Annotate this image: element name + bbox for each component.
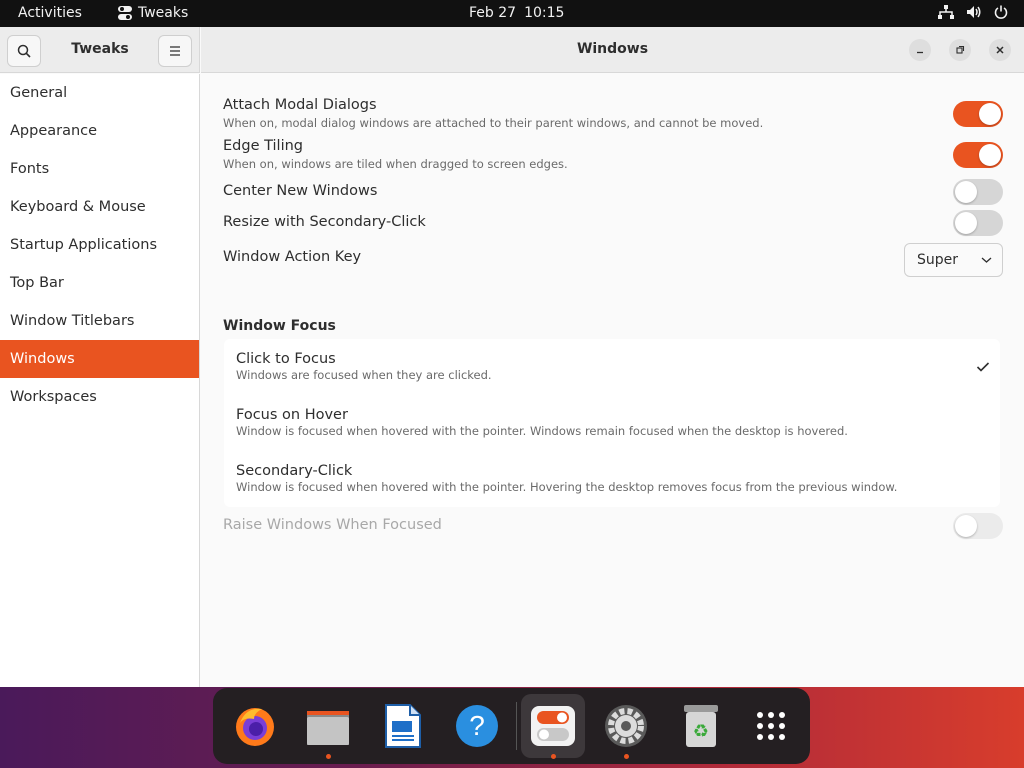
help-icon: ? [456,705,498,747]
edge-tiling-label: Edge Tiling [223,138,303,154]
running-indicator [326,754,331,759]
focus-option-click[interactable]: Click to Focus Windows are focused when … [236,351,976,382]
edge-tiling-desc: When on, windows are tiled when dragged … [223,157,568,171]
dock-libreoffice-writer[interactable] [371,694,435,758]
files-icon [307,711,349,745]
settings-icon [605,705,647,747]
raise-windows-label: Raise Windows When Focused [223,517,442,533]
sidebar-item-keyboard-mouse[interactable]: Keyboard & Mouse [0,188,199,226]
sidebar-item-fonts[interactable]: Fonts [0,150,199,188]
main-header: Windows [201,27,1024,73]
focus-option-label: Secondary-Click [236,463,353,479]
trash-icon: ♻ [684,705,718,747]
running-indicator [624,754,629,759]
raise-windows-row: Raise Windows When Focused [223,513,1003,539]
sidebar-item-general[interactable]: General [0,74,199,112]
resize-secondary-row: Resize with Secondary-Click [223,210,1003,236]
center-new-row: Center New Windows [223,179,1003,205]
chevron-down-icon [981,257,992,263]
tweaks-icon [531,706,575,746]
page-title: Windows [576,41,649,57]
switch-knob [955,212,977,234]
sidebar-header: Tweaks [0,27,200,73]
focus-option-desc: Window is focused when hovered with the … [236,480,898,494]
dock: ? ♻ [213,688,810,764]
minimize-button[interactable] [909,39,931,61]
dock-tweaks[interactable] [521,694,585,759]
action-key-label: Window Action Key [223,249,362,265]
center-new-label: Center New Windows [223,183,378,199]
close-button[interactable] [989,39,1011,61]
switch-knob [955,181,977,203]
focus-option-label: Focus on Hover [236,407,348,423]
system-status[interactable] [938,5,1008,19]
network-icon [938,5,954,19]
svg-text:?: ? [469,710,485,741]
dock-separator [516,702,517,750]
window-focus-heading: Window Focus [223,318,336,334]
search-icon [17,44,31,58]
raise-windows-switch[interactable] [953,513,1003,539]
focus-option-desc: Windows are focused when they are clicke… [236,368,492,382]
libreoffice-writer-icon [385,704,421,748]
settings-panel: Attach Modal Dialogs When on, modal dial… [201,74,1024,687]
sidebar-item-workspaces[interactable]: Workspaces [0,378,199,416]
minimize-icon [917,51,923,54]
action-key-dropdown[interactable]: Super [904,243,1003,277]
show-apps-icon [757,712,785,740]
window-focus-list: Click to Focus Windows are focused when … [224,339,1000,507]
focus-option-secondary-click[interactable]: Secondary-Click Window is focused when h… [236,463,976,494]
action-key-value: Super [917,252,959,268]
time-label: 10:15 [524,5,565,21]
sidebar-item-windows[interactable]: Windows [0,340,199,378]
dock-show-apps[interactable] [739,694,803,758]
close-icon [996,46,1004,54]
resize-secondary-switch[interactable] [953,210,1003,236]
maximize-button[interactable] [949,39,971,61]
date-label: Feb 27 [469,5,517,21]
restore-icon [956,45,965,54]
dock-trash[interactable]: ♻ [669,694,733,758]
tweaks-window: Tweaks Windows General Appearance Fonts … [0,27,1024,687]
power-icon [994,5,1008,19]
edge-tiling-row: Edge Tiling When on, windows are tiled w… [223,138,1003,171]
search-button[interactable] [7,35,41,67]
sidebar-item-appearance[interactable]: Appearance [0,112,199,150]
switch-knob [955,515,977,537]
dock-settings[interactable] [594,694,658,759]
volume-icon [967,6,981,18]
sidebar-item-startup-applications[interactable]: Startup Applications [0,226,199,264]
attach-modal-label: Attach Modal Dialogs [223,97,377,113]
switch-knob [979,103,1001,125]
svg-text:♻: ♻ [693,721,709,742]
attach-modal-desc: When on, modal dialog windows are attach… [223,116,764,130]
menu-button[interactable] [158,35,192,67]
sidebar-item-window-titlebars[interactable]: Window Titlebars [0,302,199,340]
edge-tiling-switch[interactable] [953,142,1003,168]
running-indicator [551,754,556,759]
dock-firefox[interactable] [223,694,287,758]
sidebar-item-top-bar[interactable]: Top Bar [0,264,199,302]
focus-option-hover[interactable]: Focus on Hover Window is focused when ho… [236,407,976,438]
app-menu-label: Tweaks [138,5,189,21]
clock[interactable]: Feb 27 10:15 [469,5,564,21]
tweaks-small-icon [118,6,132,20]
activities-button[interactable]: Activities [18,5,82,21]
focus-option-desc: Window is focused when hovered with the … [236,424,848,438]
attach-modal-row: Attach Modal Dialogs When on, modal dial… [223,97,1003,130]
attach-modal-switch[interactable] [953,101,1003,127]
resize-secondary-label: Resize with Secondary-Click [223,214,426,230]
app-menu[interactable]: Tweaks [118,5,188,21]
dock-files[interactable] [296,694,360,759]
switch-knob [979,144,1001,166]
firefox-icon [236,708,274,746]
action-key-row: Window Action Key Super [223,243,1003,277]
checkmark-icon [976,362,990,372]
focus-option-label: Click to Focus [236,351,336,367]
dock-help[interactable]: ? [445,694,509,758]
sidebar: General Appearance Fonts Keyboard & Mous… [0,74,200,687]
hamburger-icon [170,46,180,56]
top-bar: Activities Tweaks Feb 27 10:15 [0,0,1024,27]
center-new-switch[interactable] [953,179,1003,205]
